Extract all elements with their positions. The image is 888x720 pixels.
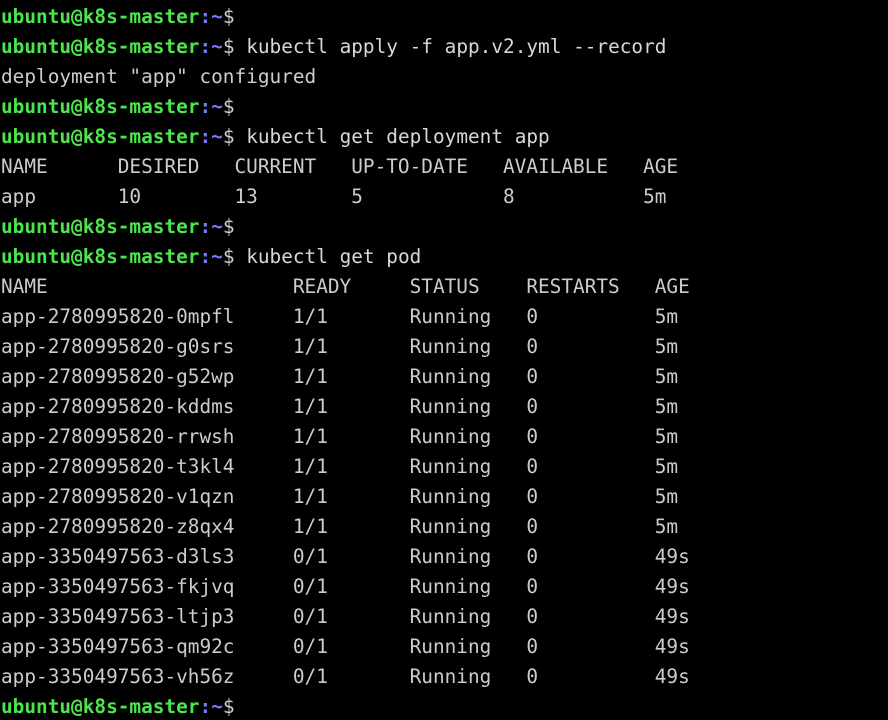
terminal-output-line: app-2780995820-kddms 1/1 Running 0 5m: [1, 392, 888, 422]
prompt-path-punct: :~: [199, 5, 223, 28]
prompt-user-host: ubuntu@k8s-master: [1, 95, 200, 118]
terminal-prompt-line: ubuntu@k8s-master:~$ kubectl get deploym…: [1, 122, 888, 152]
terminal-output-text: app-2780995820-g52wp 1/1 Running 0 5m: [1, 365, 679, 388]
terminal-output-line: app 10 13 5 8 5m: [1, 182, 888, 212]
terminal-prompt-line: ubuntu@k8s-master:~$ kubectl get pod: [1, 242, 888, 272]
terminal-prompt-line: ubuntu@k8s-master:~$: [1, 2, 888, 32]
prompt-user-host: ubuntu@k8s-master: [1, 215, 200, 238]
terminal-output-text: app-3350497563-fkjvq 0/1 Running 0 49s: [1, 575, 690, 598]
terminal-output-text: app-2780995820-v1qzn 1/1 Running 0 5m: [1, 485, 679, 508]
terminal-output-line: NAME READY STATUS RESTARTS AGE: [1, 272, 888, 302]
terminal-command-text[interactable]: kubectl get pod: [235, 245, 421, 268]
terminal-prompt-line: ubuntu@k8s-master:~$: [1, 692, 888, 720]
terminal-output-text: app-3350497563-ltjp3 0/1 Running 0 49s: [1, 605, 690, 628]
prompt-dollar-sign: $: [222, 5, 235, 28]
prompt-dollar-sign: $: [222, 245, 235, 268]
terminal-output-line: app-2780995820-0mpfl 1/1 Running 0 5m: [1, 302, 888, 332]
prompt-user-host: ubuntu@k8s-master: [1, 245, 200, 268]
terminal-output-line: app-3350497563-ltjp3 0/1 Running 0 49s: [1, 602, 888, 632]
terminal-output-text: app-3350497563-qm92c 0/1 Running 0 49s: [1, 635, 690, 658]
terminal-output-line: app-2780995820-g0srs 1/1 Running 0 5m: [1, 332, 888, 362]
terminal-output-text: deployment "app" configured: [1, 65, 317, 88]
terminal-output-line: app-2780995820-t3kl4 1/1 Running 0 5m: [1, 452, 888, 482]
terminal-output-text: app-2780995820-rrwsh 1/1 Running 0 5m: [1, 425, 679, 448]
terminal-command-text[interactable]: kubectl get deployment app: [235, 125, 550, 148]
terminal-output-line: deployment "app" configured: [1, 62, 888, 92]
prompt-path-punct: :~: [199, 215, 223, 238]
terminal-output-line: app-3350497563-d3ls3 0/1 Running 0 49s: [1, 542, 888, 572]
terminal-output-text: app-2780995820-z8qx4 1/1 Running 0 5m: [1, 515, 679, 538]
prompt-path-punct: :~: [199, 35, 223, 58]
prompt-user-host: ubuntu@k8s-master: [1, 35, 200, 58]
terminal-output-text: app-3350497563-vh56z 0/1 Running 0 49s: [1, 665, 690, 688]
terminal-output-line: app-3350497563-fkjvq 0/1 Running 0 49s: [1, 572, 888, 602]
terminal-output-line: app-2780995820-z8qx4 1/1 Running 0 5m: [1, 512, 888, 542]
terminal-output-text: app-2780995820-kddms 1/1 Running 0 5m: [1, 395, 679, 418]
terminal-prompt-line: ubuntu@k8s-master:~$: [1, 92, 888, 122]
prompt-dollar-sign: $: [222, 95, 235, 118]
prompt-user-host: ubuntu@k8s-master: [1, 125, 200, 148]
prompt-dollar-sign: $: [222, 695, 235, 718]
terminal-output-text: app-2780995820-g0srs 1/1 Running 0 5m: [1, 335, 679, 358]
prompt-path-punct: :~: [199, 95, 223, 118]
prompt-dollar-sign: $: [222, 125, 235, 148]
terminal-output-text: NAME DESIRED CURRENT UP-TO-DATE AVAILABL…: [1, 155, 679, 178]
terminal-output-line: app-2780995820-g52wp 1/1 Running 0 5m: [1, 362, 888, 392]
terminal-command-text[interactable]: kubectl apply -f app.v2.yml --record: [235, 35, 666, 58]
terminal-prompt-line: ubuntu@k8s-master:~$: [1, 212, 888, 242]
prompt-path-punct: :~: [199, 245, 223, 268]
terminal-output-text: app 10 13 5 8 5m: [1, 185, 667, 208]
prompt-dollar-sign: $: [222, 35, 235, 58]
terminal-output-line: app-3350497563-qm92c 0/1 Running 0 49s: [1, 632, 888, 662]
terminal-output-text: app-2780995820-0mpfl 1/1 Running 0 5m: [1, 305, 679, 328]
terminal-output-line: app-2780995820-v1qzn 1/1 Running 0 5m: [1, 482, 888, 512]
prompt-user-host: ubuntu@k8s-master: [1, 5, 200, 28]
terminal-screen[interactable]: ubuntu@k8s-master:~$ ubuntu@k8s-master:~$…: [0, 0, 888, 720]
terminal-output-text: NAME READY STATUS RESTARTS AGE: [1, 275, 690, 298]
prompt-path-punct: :~: [199, 125, 223, 148]
terminal-output-line: app-2780995820-rrwsh 1/1 Running 0 5m: [1, 422, 888, 452]
terminal-output-line: app-3350497563-vh56z 0/1 Running 0 49s: [1, 662, 888, 692]
terminal-output-line: NAME DESIRED CURRENT UP-TO-DATE AVAILABL…: [1, 152, 888, 182]
terminal-output-text: app-2780995820-t3kl4 1/1 Running 0 5m: [1, 455, 679, 478]
terminal-prompt-line: ubuntu@k8s-master:~$ kubectl apply -f ap…: [1, 32, 888, 62]
prompt-path-punct: :~: [199, 695, 223, 718]
prompt-user-host: ubuntu@k8s-master: [1, 695, 200, 718]
prompt-dollar-sign: $: [222, 215, 235, 238]
terminal-output-text: app-3350497563-d3ls3 0/1 Running 0 49s: [1, 545, 690, 568]
